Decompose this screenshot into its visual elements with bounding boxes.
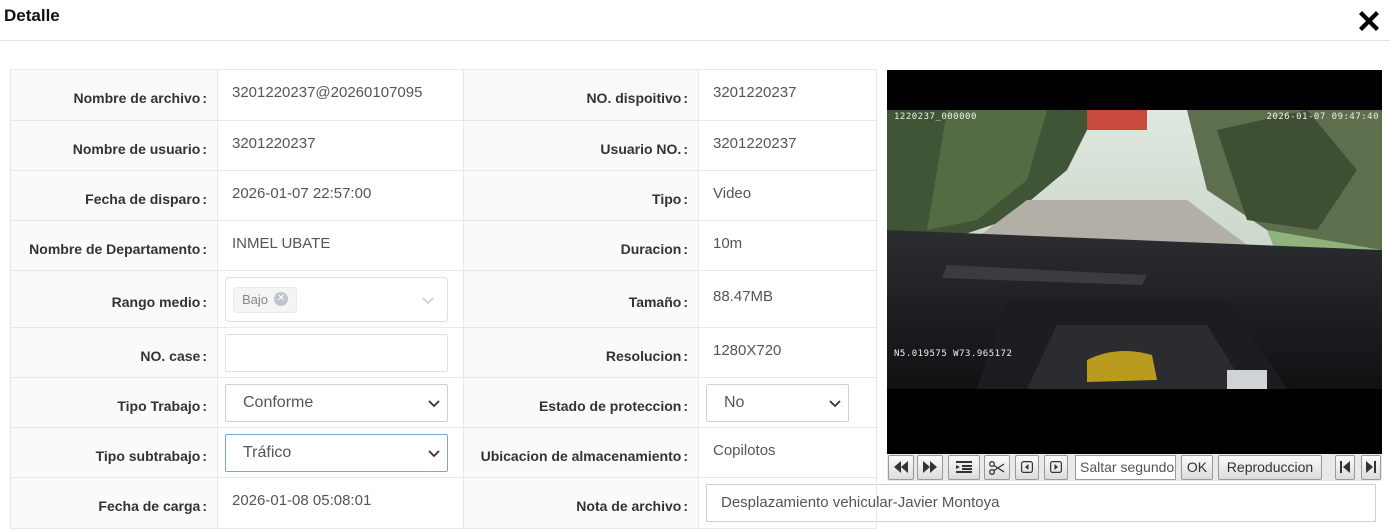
work-type-label: Tipo Trabajo: [10, 377, 218, 428]
department-value: INMEL UBATE: [217, 220, 464, 271]
skip-start-icon: [1340, 461, 1350, 473]
list-indent-icon: [956, 461, 972, 473]
note-cell: Desplazamiento vehicular-Javier Montoya: [698, 477, 1376, 529]
detail-form: Nombre de archivo 3201220237@20260107095…: [10, 69, 1376, 529]
video-player[interactable]: 1220237_000000 2026-01-07 09:47:40 N5.01…: [887, 70, 1382, 454]
clip-button[interactable]: [984, 455, 1010, 480]
dialog-header: Detalle: [0, 0, 1390, 41]
subwork-type-label: Tipo subtrabajo: [10, 427, 218, 478]
file-name-value: 3201220237@20260107095: [217, 69, 464, 121]
user-no-label: Usuario NO.: [463, 120, 699, 171]
scissors-icon: [989, 461, 1005, 475]
duration-label: Duracion: [463, 220, 699, 271]
range-select[interactable]: Bajo ✕: [225, 276, 448, 322]
type-label: Tipo: [463, 170, 699, 221]
note-input[interactable]: Desplazamiento vehicular-Javier Montoya: [706, 484, 1376, 522]
chevron-down-icon: [428, 449, 440, 457]
range-label: Rango medio: [10, 270, 218, 328]
skip-end-button[interactable]: [1361, 455, 1381, 480]
tag-close-icon[interactable]: ✕: [274, 292, 289, 307]
subwork-type-cell: Tráfico: [217, 427, 464, 478]
work-type-selected: Conforme: [243, 393, 314, 411]
department-label: Nombre de Departamento: [10, 220, 218, 271]
fast-forward-button[interactable]: [917, 455, 943, 480]
range-tag-label: Bajo: [242, 291, 269, 307]
file-name-label: Nombre de archivo: [10, 69, 218, 121]
next-frame-button[interactable]: [1044, 455, 1068, 480]
osd-timestamp: 2026-01-07 09:47:40: [1266, 112, 1379, 122]
case-label: NO. case: [10, 327, 218, 378]
protection-label: Estado de proteccion: [463, 377, 699, 428]
size-label: Tamaño: [463, 270, 699, 328]
fast-forward-icon: [923, 461, 937, 473]
user-name-label: Nombre de usuario: [10, 120, 218, 171]
work-type-select[interactable]: Conforme: [225, 383, 448, 422]
note-label: Nota de archivo: [463, 477, 699, 529]
case-cell: [217, 327, 464, 378]
skip-start-button[interactable]: [1335, 455, 1355, 480]
video-frame: 1220237_000000 2026-01-07 09:47:40 N5.01…: [887, 110, 1382, 389]
skip-end-icon: [1366, 461, 1376, 473]
close-x-icon: [1359, 11, 1379, 31]
type-value: Video: [698, 170, 877, 221]
close-button[interactable]: [1354, 6, 1384, 36]
video-controls: Saltar segundos OK Reproduccion: [887, 454, 1382, 481]
ok-button[interactable]: OK: [1181, 455, 1213, 480]
user-no-value: 3201220237: [698, 120, 877, 171]
rewind-icon: [894, 461, 908, 473]
user-name-value: 3201220237: [217, 120, 464, 171]
frame-back-icon: [1021, 461, 1034, 474]
chevron-down-icon: [428, 399, 440, 407]
prev-frame-button[interactable]: [1015, 455, 1039, 480]
rewind-button[interactable]: [888, 455, 914, 480]
dialog-title: Detalle: [4, 6, 60, 25]
subwork-type-selected: Tráfico: [243, 443, 292, 461]
trigger-date-label: Fecha de disparo: [10, 170, 218, 221]
upload-date-label: Fecha de carga: [10, 477, 218, 529]
range-tag: Bajo ✕: [233, 286, 298, 313]
playback-button[interactable]: Reproduccion: [1218, 455, 1322, 480]
case-input[interactable]: [225, 333, 448, 372]
storage-label: Ubicacion de almacenamiento: [463, 427, 699, 478]
osd-device: 1220237_000000: [894, 112, 977, 122]
work-type-cell: Conforme: [217, 377, 464, 428]
range-cell: Bajo ✕: [217, 270, 464, 328]
list-button[interactable]: [948, 455, 980, 480]
device-no-value: 3201220237: [698, 69, 877, 121]
frame-forward-icon: [1050, 461, 1063, 474]
device-no-label: NO. dispoitivo: [463, 69, 699, 121]
storage-value: Copilotos: [698, 427, 877, 478]
protection-selected: No: [724, 393, 745, 411]
seek-seconds-input[interactable]: Saltar segundos: [1075, 455, 1176, 480]
osd-gps: N5.019575 W73.965172: [894, 349, 1013, 359]
protection-cell: No: [698, 377, 877, 428]
size-value: 88.47MB: [698, 270, 877, 328]
subwork-type-select[interactable]: Tráfico: [225, 433, 448, 472]
protection-select[interactable]: No: [706, 383, 849, 422]
chevron-down-icon: [829, 399, 841, 407]
duration-value: 10m: [698, 220, 877, 271]
chevron-down-icon: [422, 297, 434, 304]
upload-date-value: 2026-01-08 05:08:01: [217, 477, 464, 529]
trigger-date-value: 2026-01-07 22:57:00: [217, 170, 464, 221]
dashcam-image: [887, 110, 1382, 389]
resolution-value: 1280X720: [698, 327, 877, 378]
resolution-label: Resolucion: [463, 327, 699, 378]
